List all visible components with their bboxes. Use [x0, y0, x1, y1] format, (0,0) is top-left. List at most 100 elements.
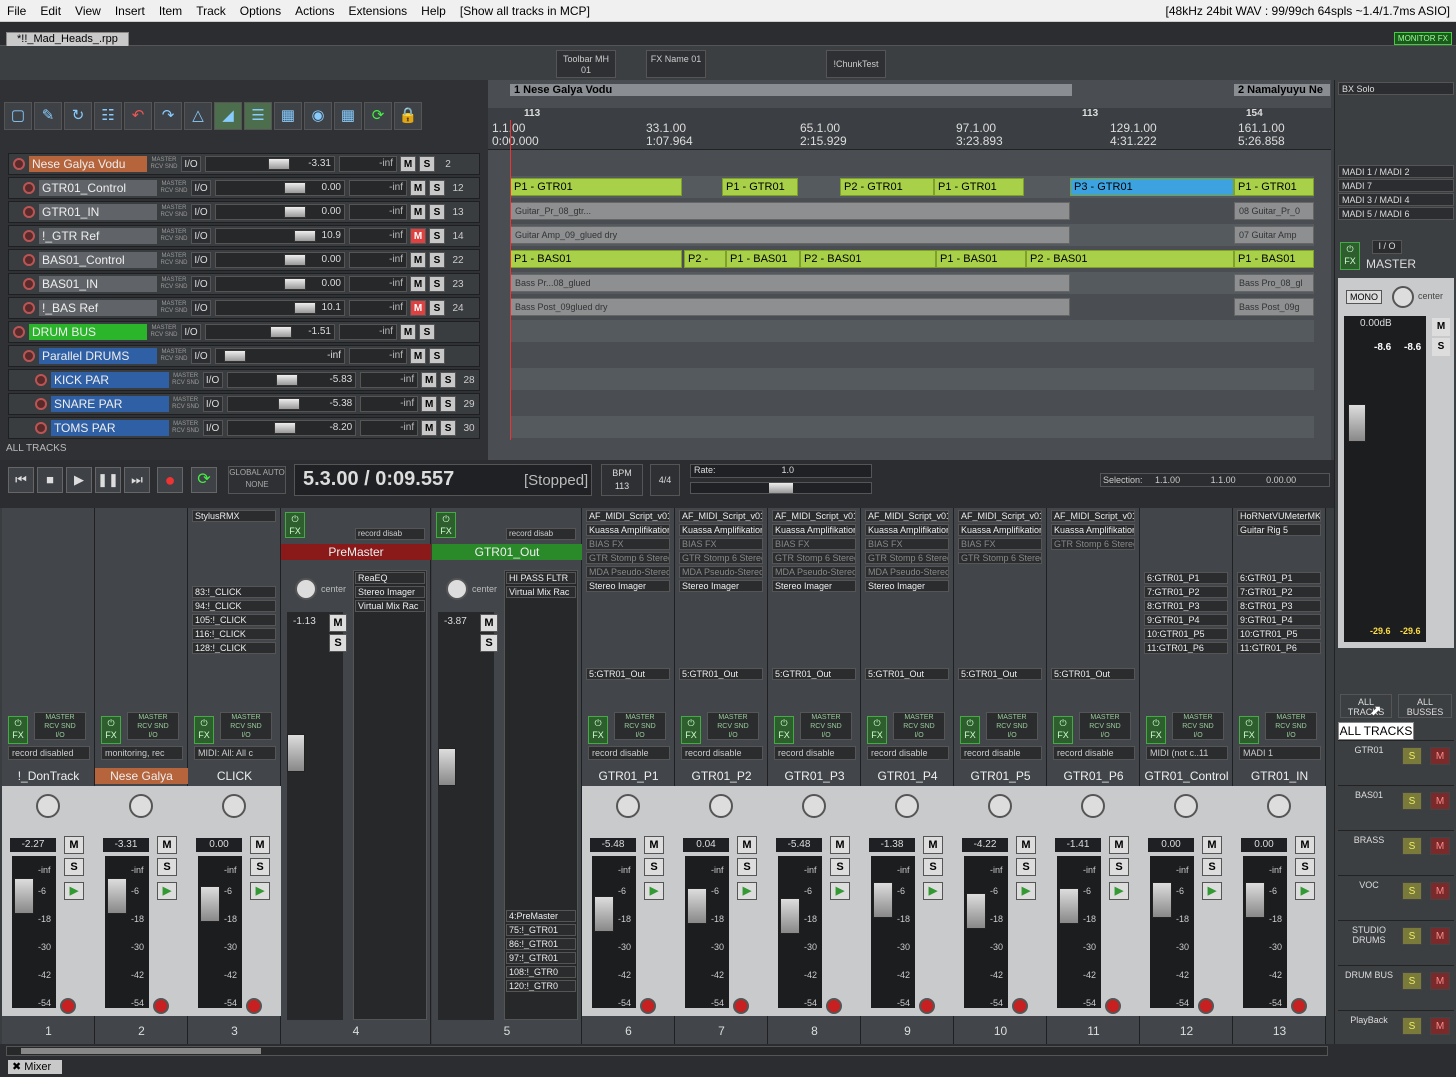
track-solo-button[interactable]: S	[429, 300, 445, 316]
track-name[interactable]: TOMS PAR	[50, 420, 169, 436]
fx-slot[interactable]: GTR Stomp 6 Stereo	[958, 552, 1042, 564]
track-lane[interactable]	[510, 320, 1314, 342]
mixer-scrollbar[interactable]	[6, 1046, 1328, 1056]
volume-fader[interactable]	[594, 896, 614, 932]
send-slot[interactable]: 5:GTR01_Out	[586, 668, 670, 680]
track-lane[interactable]	[510, 392, 1314, 414]
send-slot[interactable]: 116:!_CLICK	[192, 628, 276, 640]
volume-fader[interactable]	[438, 748, 456, 786]
record-arm-icon[interactable]	[919, 998, 935, 1014]
midi-item[interactable]: P1 - BAS01	[510, 250, 682, 268]
grid-icon[interactable]: ▦	[334, 102, 362, 130]
pan-knob[interactable]	[1174, 794, 1198, 818]
group-mute-button[interactable]: M	[1430, 927, 1450, 945]
send-slot[interactable]: 10:GTR01_P5	[1144, 628, 1228, 640]
track-volume-fader[interactable]: 0.00	[215, 276, 345, 292]
routing-button[interactable]: MASTER RCV SND I/O	[707, 712, 759, 740]
madi-route-3[interactable]: MADI 3 / MADI 4	[1338, 193, 1454, 206]
routing-button[interactable]: MASTER RCV SND I/O	[220, 712, 272, 740]
send-slot[interactable]: 94:!_CLICK	[192, 600, 276, 612]
track-volume-fader[interactable]: 0.00	[215, 180, 345, 196]
audio-item[interactable]: Bass Pro_08_gl	[1234, 274, 1314, 292]
rate-slider-knob[interactable]	[769, 483, 793, 493]
track-io-button[interactable]: I/O	[202, 420, 223, 436]
fx-slot[interactable]: Kuassa Amplifikation	[772, 524, 856, 536]
fx-slot[interactable]: ReaEQ	[355, 572, 425, 584]
record-arm-icon[interactable]	[1291, 998, 1307, 1014]
item-grouping-icon[interactable]: ▦	[274, 102, 302, 130]
midi-item[interactable]: P2 - GTR01	[840, 178, 934, 196]
track-row[interactable]: SNARE PAR MASTER RCV SND I/O -5.38 -inf M…	[8, 393, 480, 415]
solo-button[interactable]: S	[480, 634, 498, 652]
track-name[interactable]: BAS01_Control	[39, 252, 157, 268]
mute-button[interactable]: M	[64, 836, 84, 854]
envelope-icon[interactable]: ◉	[304, 102, 332, 130]
track-row[interactable]: !_GTR Ref MASTER RCV SND I/O 10.9 -inf M …	[8, 225, 480, 247]
record-mode-dropdown[interactable]: MIDI (not c..11	[1146, 746, 1228, 760]
track-fader-knob[interactable]	[275, 374, 298, 386]
volume-fader[interactable]	[200, 886, 220, 922]
track-mute-button[interactable]: M	[400, 156, 416, 172]
track-io-button[interactable]: I/O	[202, 396, 223, 412]
track-name[interactable]: KICK PAR	[50, 372, 169, 388]
record-arm-icon[interactable]	[23, 278, 35, 290]
monitor-fx-badge[interactable]: MONITOR FX	[1393, 32, 1452, 45]
master-send-indicator[interactable]: MASTER RCV SND	[169, 373, 203, 387]
track-volume-fader[interactable]: -8.20	[226, 420, 357, 436]
close-icon[interactable]: ✖	[12, 1061, 21, 1073]
volume-fader[interactable]	[14, 878, 34, 914]
fx-button[interactable]: ⏻ FX	[194, 716, 214, 744]
pan-knob[interactable]	[802, 794, 826, 818]
audio-item[interactable]: Bass Post_09g	[1234, 298, 1314, 316]
menu-show-all-tracks-mcp[interactable]: [Show all tracks in MCP]	[453, 4, 597, 18]
master-solo-button[interactable]: S	[1432, 338, 1450, 356]
audio-item[interactable]: 07 Guitar Amp	[1234, 226, 1314, 244]
all-tracks-tab[interactable]: ALL TRACKS	[1340, 694, 1392, 718]
menu-actions[interactable]: Actions	[288, 4, 341, 18]
go-to-start-button[interactable]: ⏮	[8, 467, 34, 493]
audio-item[interactable]: Guitar Amp_09_glued dry	[510, 226, 1070, 244]
track-mute-button[interactable]: M	[410, 204, 426, 220]
routing-button[interactable]: MASTER RCV SND I/O	[893, 712, 945, 740]
solo-button[interactable]: S	[1109, 858, 1129, 876]
track-mute-button[interactable]: M	[410, 276, 426, 292]
stop-button[interactable]: ■	[37, 467, 63, 493]
mute-button[interactable]: M	[1016, 836, 1036, 854]
fx-slot[interactable]: GTR Stomp 6 Stereo	[586, 552, 670, 564]
record-arm-icon[interactable]	[34, 398, 47, 410]
solo-button[interactable]: S	[644, 858, 664, 876]
track-row[interactable]: BAS01_Control MASTER RCV SND I/O 0.00 -in…	[8, 249, 480, 271]
mute-button[interactable]: M	[923, 836, 943, 854]
lock-icon[interactable]: 🔒	[394, 102, 422, 130]
fx-slot[interactable]: GTR Stomp 6 Stereo	[1051, 538, 1135, 550]
timeline-ruler[interactable]	[488, 108, 1331, 150]
track-fader-knob[interactable]	[277, 398, 300, 410]
mixer-tab[interactable]: ✖ Mixer	[8, 1060, 62, 1074]
send-slot[interactable]: 6:GTR01_P1	[1237, 572, 1321, 584]
group-solo-button[interactable]: S	[1402, 927, 1422, 945]
global-auto-button[interactable]: GLOBAL AUTO NONE	[228, 466, 286, 494]
master-send-indicator[interactable]: MASTER RCV SND	[157, 181, 191, 195]
master-fader[interactable]	[1348, 404, 1366, 442]
record-arm-icon[interactable]	[826, 998, 842, 1014]
track-row[interactable]: KICK PAR MASTER RCV SND I/O -5.83 -inf M …	[8, 369, 480, 391]
track-lane[interactable]	[510, 344, 1314, 366]
redo-icon[interactable]: ↷	[154, 102, 182, 130]
play-icon[interactable]: ▶	[157, 882, 177, 900]
track-fader-knob[interactable]	[294, 230, 316, 242]
fx-slot[interactable]: MDA Pseudo-Stereo	[679, 566, 763, 578]
mute-button[interactable]: M	[1202, 836, 1222, 854]
group-solo-button[interactable]: S	[1402, 747, 1422, 765]
master-send-indicator[interactable]: MASTER RCV SND	[147, 157, 181, 171]
track-row[interactable]: DRUM BUS MASTER RCV SND I/O -1.51 -inf M …	[8, 321, 480, 343]
fx-button[interactable]: ⏻ FX	[588, 716, 608, 744]
strip-name[interactable]: GTR01_Control	[1140, 768, 1233, 784]
fx-slot[interactable]: Stereo Imager	[586, 580, 670, 592]
master-send-indicator[interactable]: MASTER RCV SND	[157, 301, 191, 315]
group-solo-button[interactable]: S	[1402, 882, 1422, 900]
midi-item[interactable]: P1 - GTR01	[510, 178, 682, 196]
send-slot[interactable]: 75:!_GTR01	[506, 924, 576, 936]
track-name[interactable]: GTR01_Control	[39, 180, 157, 196]
menu-item[interactable]: Item	[152, 4, 189, 18]
group-mute-button[interactable]: M	[1430, 792, 1450, 810]
